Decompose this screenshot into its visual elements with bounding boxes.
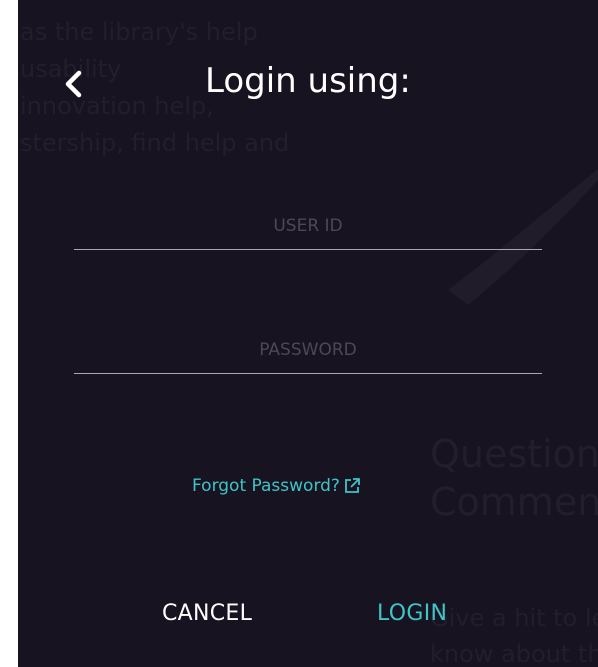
password-input[interactable]	[74, 326, 542, 374]
cancel-button[interactable]: CANCEL	[162, 598, 252, 630]
forgot-password-link[interactable]: Forgot Password?	[192, 474, 362, 498]
chevron-left-icon	[65, 70, 82, 98]
background-line: stership, find help and	[20, 129, 290, 157]
background-body: Give a hit to le know about the	[430, 600, 598, 667]
forgot-password-label: Forgot Password?	[192, 476, 340, 496]
screen: as the library's help usability innovati…	[0, 0, 598, 667]
background-heading: Question Comments	[430, 430, 598, 526]
background-body-line: know about the	[430, 640, 598, 667]
login-overlay: as the library's help usability innovati…	[18, 0, 598, 667]
login-button[interactable]: LOGIN	[377, 598, 447, 630]
page-title: Login using:	[205, 61, 411, 101]
login-header: Login using:	[18, 52, 598, 112]
background-heading-line: Question	[430, 432, 598, 476]
back-button[interactable]	[54, 64, 94, 104]
background-body-line: Give a hit to le	[430, 604, 598, 632]
external-link-icon	[345, 478, 360, 493]
user-id-input[interactable]	[74, 202, 542, 250]
background-line: as the library's help	[20, 18, 258, 46]
background-heading-line: Comments	[430, 480, 598, 524]
